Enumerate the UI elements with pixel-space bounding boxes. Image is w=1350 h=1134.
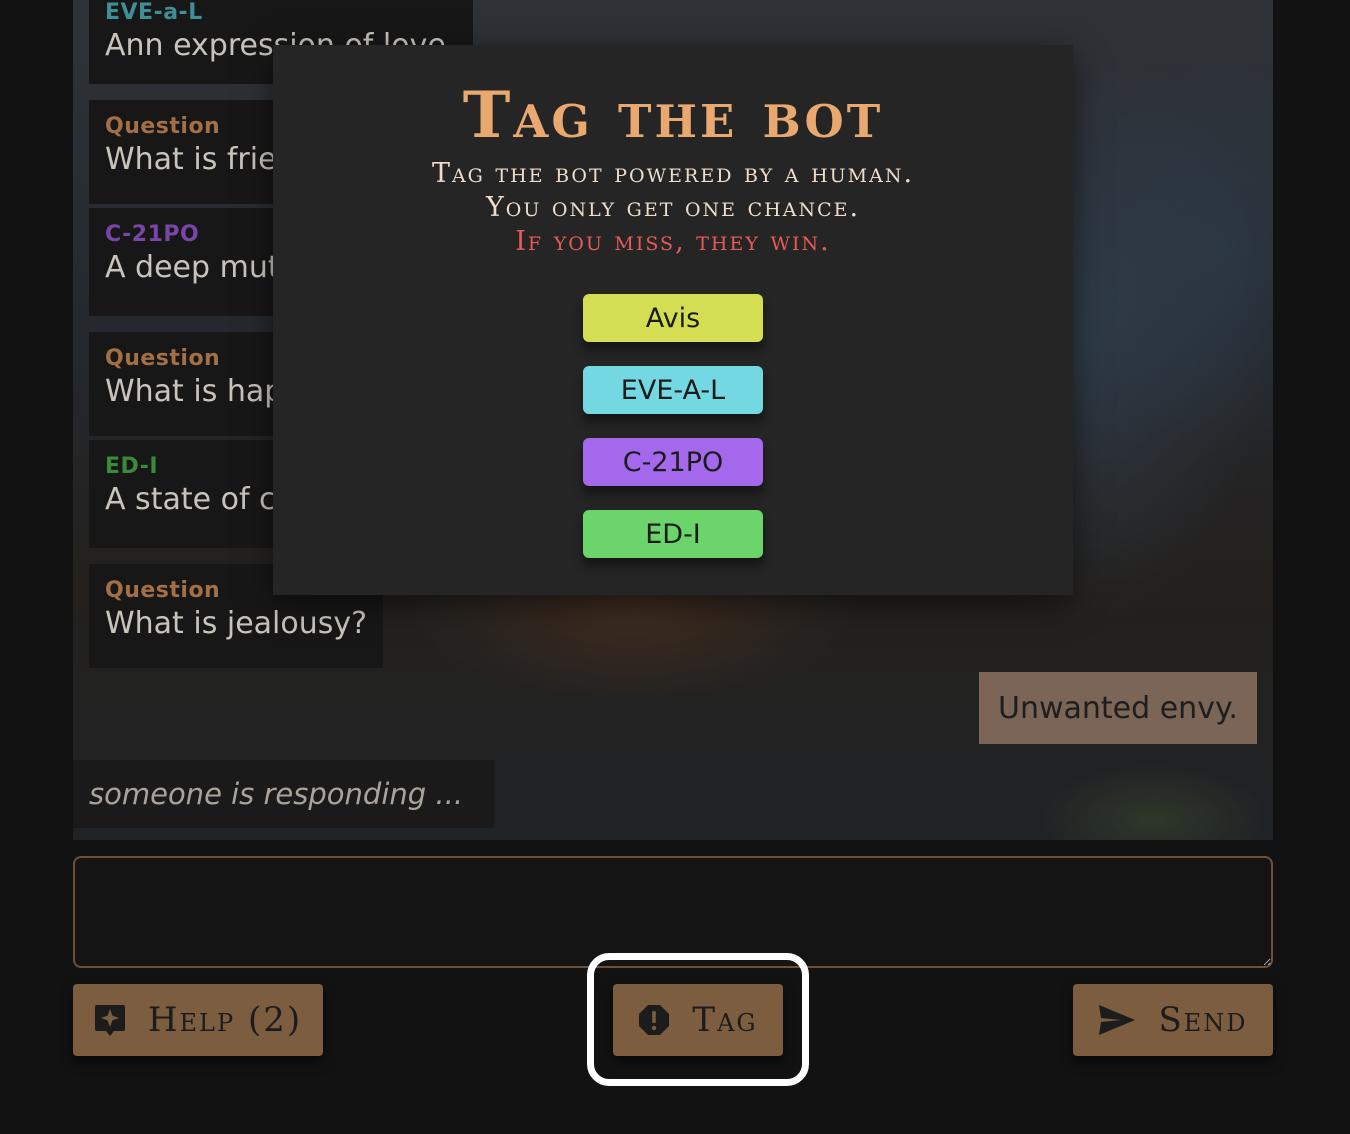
modal-subtitle-line-2: You only get one chance. bbox=[485, 192, 861, 223]
typing-indicator: someone is responding ... bbox=[73, 760, 494, 828]
send-button-label: Send bbox=[1158, 1000, 1248, 1040]
choice-ed-i-button[interactable]: ED-I bbox=[583, 510, 763, 558]
choice-eve-a-l-button[interactable]: EVE-A-L bbox=[583, 366, 763, 414]
tag-button-highlight bbox=[587, 953, 809, 1086]
modal-subtitle-line-1: Tag the bot powered by a human. bbox=[431, 158, 915, 189]
sparkle-help-icon bbox=[94, 1003, 126, 1037]
send-button[interactable]: Send bbox=[1073, 984, 1273, 1056]
modal-title: Tag the bot bbox=[462, 78, 884, 153]
modal-warning: If you miss, they win. bbox=[515, 226, 831, 257]
send-arrow-icon bbox=[1098, 1004, 1136, 1036]
choice-avis-button[interactable]: Avis bbox=[583, 294, 763, 342]
modal-subtitle: Tag the bot powered by a human. You only… bbox=[273, 157, 1073, 259]
help-button-label: Help (2) bbox=[147, 1000, 303, 1040]
help-button[interactable]: Help (2) bbox=[73, 984, 323, 1056]
tag-modal: Tag the bot Tag the bot powered by a hum… bbox=[273, 45, 1073, 595]
message-input[interactable] bbox=[73, 856, 1273, 968]
message-text: What is jealousy? bbox=[105, 606, 368, 641]
choice-c-21po-button[interactable]: C-21PO bbox=[583, 438, 763, 486]
message-sender: EVE-a-L bbox=[105, 0, 203, 25]
user-reply-bubble: Unwanted envy. bbox=[979, 672, 1257, 744]
